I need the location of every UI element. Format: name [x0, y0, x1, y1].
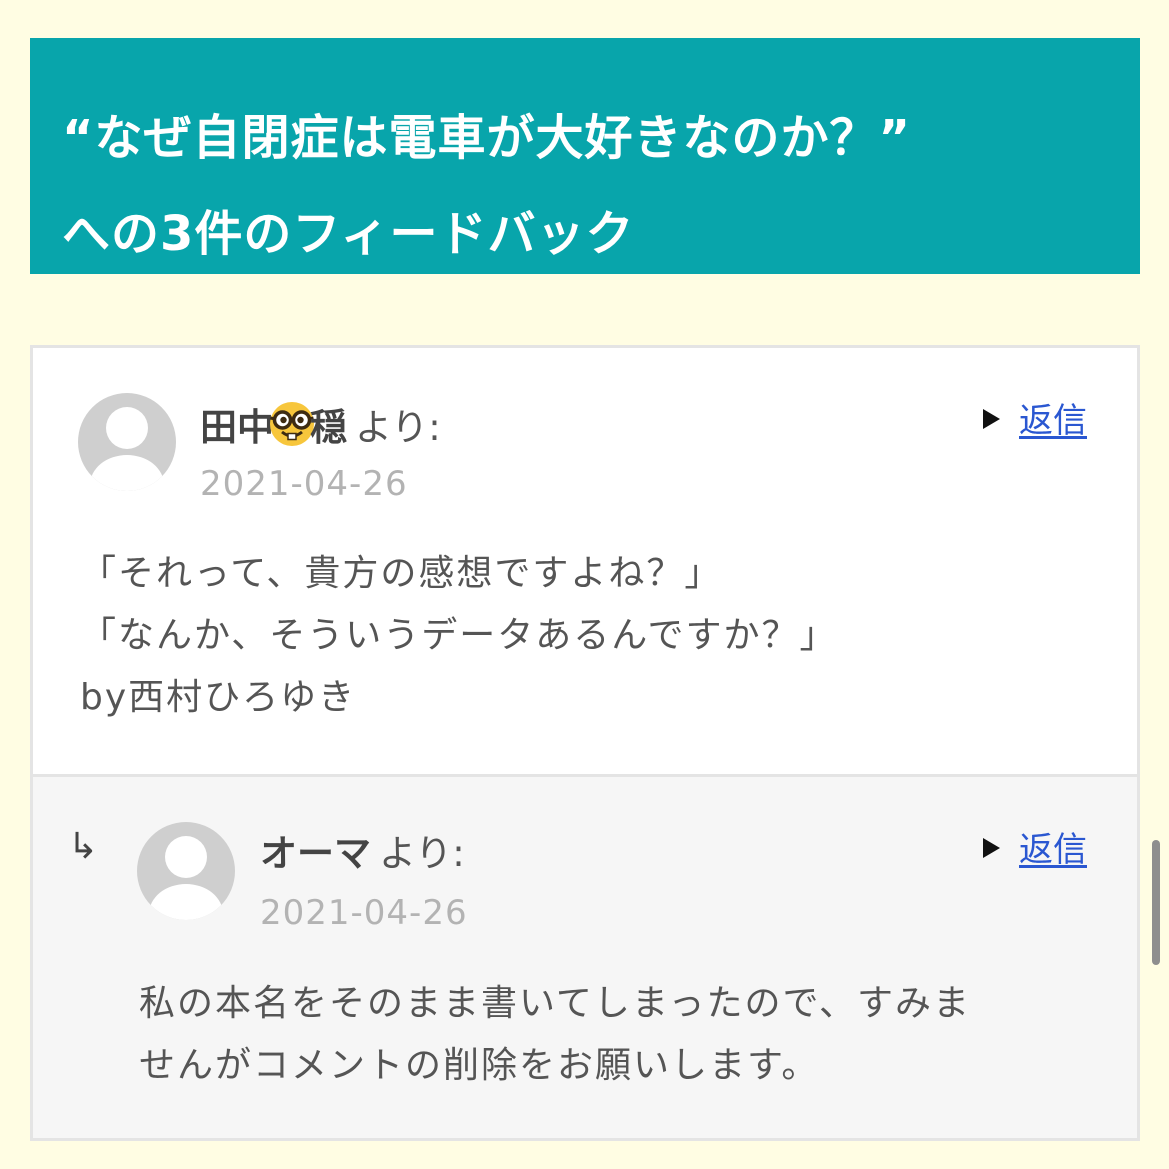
- play-arrow-icon: [983, 409, 1000, 429]
- comment-author: オーマ: [260, 832, 371, 875]
- comment-body-line: by西村ひろゆき: [80, 677, 357, 718]
- author-name-part-1: 田中: [200, 406, 274, 449]
- comment-author-suffix: より:: [355, 406, 441, 449]
- comment-body-line: 「なんか、そういうデータあるんですか？」: [80, 615, 838, 656]
- comment-body-line: 私の本名をそのまま書いてしまったので、すみま: [139, 983, 972, 1024]
- comment-author-line: オーマ より:: [260, 829, 465, 879]
- comment-body-line: せんがコメントの削除をお願いします。: [139, 1045, 820, 1086]
- header-title-line-1: “なぜ自閉症は電車が大好きなのか？”: [62, 110, 912, 166]
- avatar-body-shape: [90, 455, 164, 491]
- avatar-body-shape: [149, 884, 223, 920]
- avatar: [137, 822, 235, 920]
- comment-date: 2021-04-26: [200, 464, 408, 504]
- comment-author: 田中 穏: [200, 402, 347, 449]
- comment-item: 田中 穏より: 2021-04-26 返信 「それって、貴方の感想ですよね？」: [33, 348, 1137, 774]
- feedback-header: “なぜ自閉症は電車が大好きなのか？” への3件のフィードバック: [30, 38, 1140, 274]
- header-title-line-2: への3件のフィードバック: [62, 206, 635, 262]
- avatar-head-shape: [165, 836, 207, 878]
- reply-link[interactable]: 返信: [1019, 830, 1087, 870]
- comment-date: 2021-04-26: [260, 893, 468, 933]
- reply-link[interactable]: 返信: [1019, 401, 1087, 441]
- comment-list: 田中 穏より: 2021-04-26 返信 「それって、貴方の感想ですよね？」: [30, 345, 1140, 1141]
- nerd-face-icon: [270, 402, 314, 446]
- comment-author-line: 田中 穏より:: [200, 400, 441, 453]
- comment-body: 「それって、貴方の感想ですよね？」 「なんか、そういうデータあるんですか？」 b…: [80, 543, 837, 729]
- author-name-part-2: 穏: [310, 406, 347, 449]
- scrollbar[interactable]: [1152, 840, 1160, 965]
- comment-body: 私の本名をそのまま書いてしまったので、すみま せんがコメントの削除をお願いします…: [139, 973, 971, 1097]
- comment-body-line: 「それって、貴方の感想ですよね？」: [80, 553, 723, 594]
- comment-author-suffix: より:: [379, 832, 465, 875]
- reply-button[interactable]: 返信: [983, 830, 1087, 870]
- header-title: “なぜ自閉症は電車が大好きなのか？” への3件のフィードバック: [62, 90, 1110, 282]
- reply-indent-arrow-icon: ↳: [68, 826, 99, 867]
- play-arrow-icon: [983, 838, 1000, 858]
- reply-button[interactable]: 返信: [983, 401, 1087, 441]
- avatar-head-shape: [106, 407, 148, 449]
- avatar: [78, 393, 176, 491]
- reply-comment-item: ↳ オーマ より: 2021-04-26 返信 私の本名をそのまま書いてしまったの…: [33, 774, 1137, 1138]
